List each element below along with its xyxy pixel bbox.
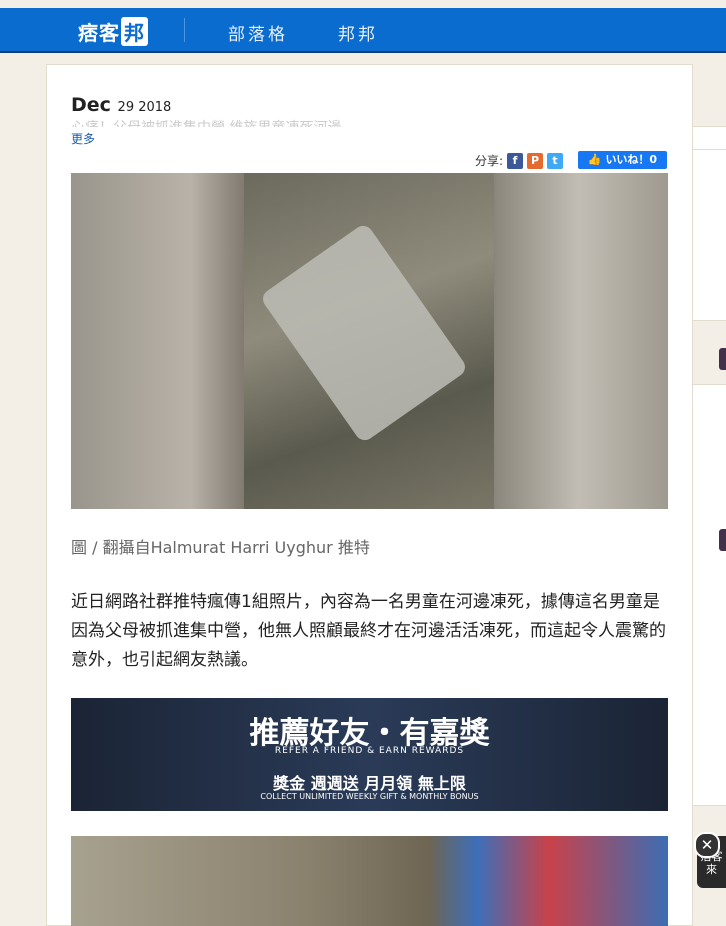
share-label: 分享: <box>475 154 504 168</box>
date-month: Dec <box>71 94 111 116</box>
post-title-truncated[interactable]: 心痛！父母被抓進集中營 維族男童凍死河邊 <box>71 117 341 127</box>
facebook-share-icon[interactable]: f <box>507 152 524 169</box>
side-panel-bottom <box>692 384 726 806</box>
date-day-year: 29 2018 <box>117 100 172 115</box>
article-photo-2 <box>71 836 668 926</box>
banner-sub: 獎金 週週送 月月領 無上限 <box>273 774 466 793</box>
nav-blog[interactable]: 部落格 <box>228 20 288 45</box>
site-logo[interactable]: 痞客邦 <box>78 17 148 46</box>
post-date: Dec 29 2018 <box>71 94 171 116</box>
nav-bangbang[interactable]: 邦邦 <box>338 20 378 45</box>
more-link[interactable]: 更多 <box>71 130 95 147</box>
logo-box: 邦 <box>121 17 148 46</box>
photo-caption: 圖 / 翻攝自Halmurat Harri Uyghur 推特 <box>71 538 370 557</box>
like-label: いいね！0 <box>605 153 658 166</box>
thumbs-up-icon: 👍 <box>587 153 602 166</box>
article-card: Dec 29 2018 心痛！父母被抓進集中營 維族男童凍死河邊 更多 分享: … <box>46 64 693 926</box>
logo-text: 痞客 <box>78 21 120 45</box>
plurk-share-icon[interactable]: P <box>527 152 544 169</box>
article-body: 近日網路社群推特瘋傳1組照片，內容為一名男童在河邊凍死，據傳這名男童是因為父母被… <box>71 592 666 670</box>
share-bar: 分享: f P t <box>475 152 564 169</box>
close-icon[interactable]: ✕ <box>694 832 720 858</box>
banner-headline-en: REFER A FRIEND & EARN REWARDS <box>274 746 465 756</box>
banner-sub-en: COLLECT UNLIMITED WEEKLY GIFT & MONTHLY … <box>260 792 479 801</box>
nav-separator <box>184 18 185 42</box>
like-button[interactable]: 👍 いいね！0 <box>578 151 667 169</box>
side-panel-mid <box>692 149 726 321</box>
side-marker-2[interactable] <box>719 529 726 551</box>
top-navigation-bar: 痞客邦 部落格 邦邦 <box>0 8 726 53</box>
twitter-share-icon[interactable]: t <box>547 152 564 169</box>
side-marker-1[interactable] <box>719 348 726 370</box>
promo-banner[interactable]: 推薦好友・有嘉獎 REFER A FRIEND & EARN REWARDS 獎… <box>71 698 668 811</box>
article-photo <box>71 173 668 509</box>
